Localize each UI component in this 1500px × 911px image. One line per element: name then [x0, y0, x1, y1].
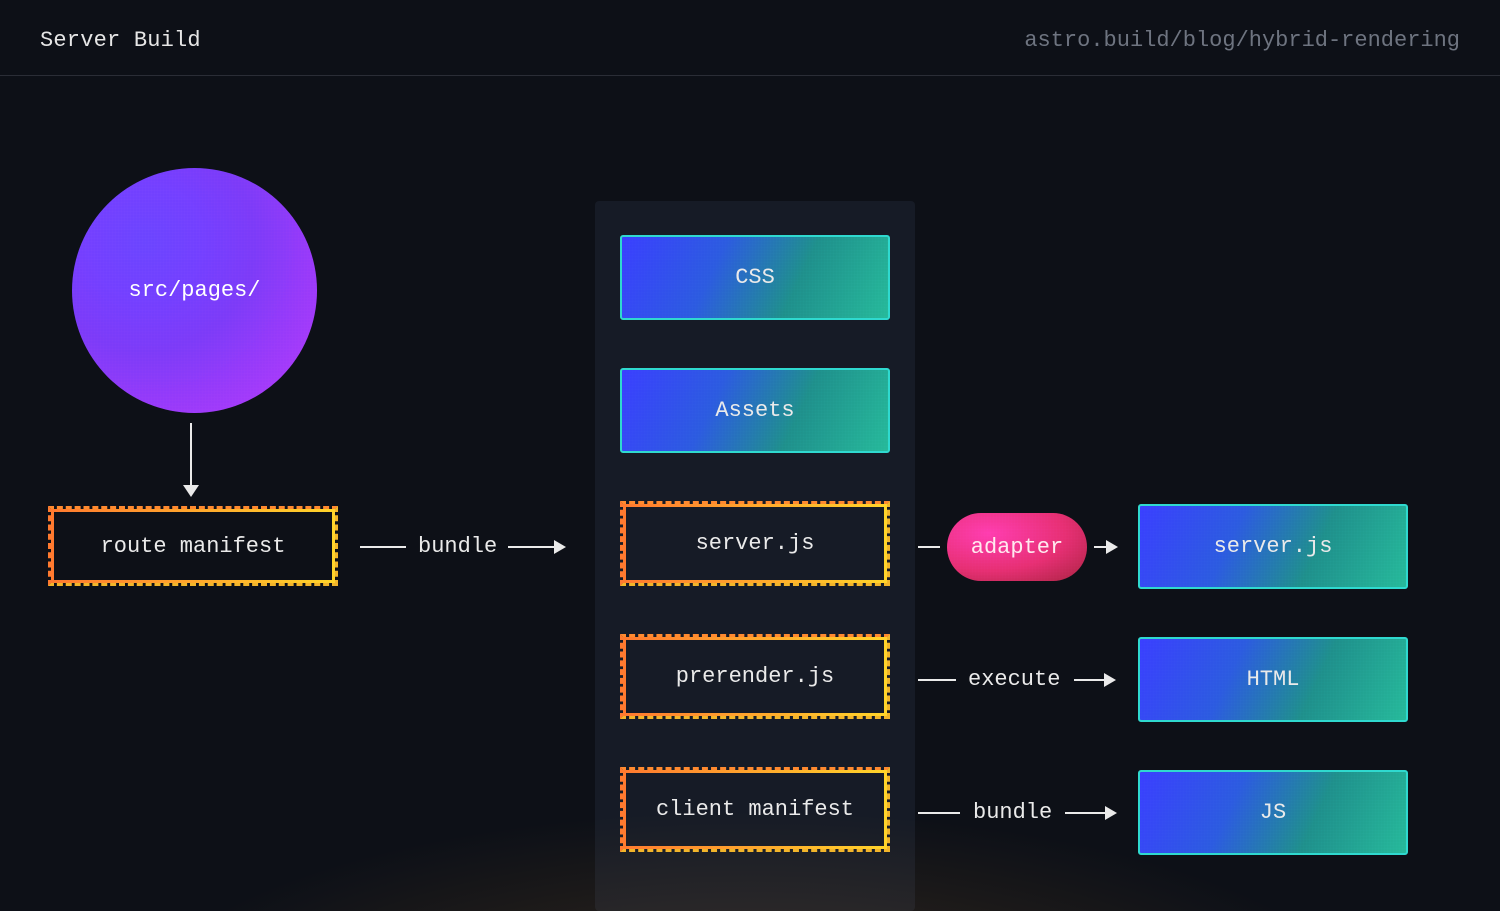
- output-html-label: HTML: [1247, 667, 1300, 692]
- arrow-down-icon: [190, 423, 192, 491]
- assets-output-box: Assets: [620, 368, 890, 453]
- source-url: astro.build/blog/hybrid-rendering: [1024, 28, 1460, 53]
- page-title: Server Build: [40, 28, 201, 53]
- arrow-line-icon: [918, 679, 956, 681]
- route-manifest-label: route manifest: [101, 534, 286, 559]
- output-js-label: JS: [1260, 800, 1286, 825]
- arrow-right-icon: [1074, 679, 1114, 681]
- prerender-js-label: prerender.js: [676, 664, 834, 689]
- assets-label: Assets: [715, 398, 794, 423]
- route-manifest-box: route manifest: [48, 506, 338, 586]
- client-manifest-box: client manifest: [620, 767, 890, 852]
- output-server-js-label: server.js: [1214, 534, 1333, 559]
- client-manifest-label: client manifest: [656, 797, 854, 822]
- css-output-box: CSS: [620, 235, 890, 320]
- arrow-right-icon: [1065, 812, 1115, 814]
- arrow-line-icon: [918, 546, 940, 548]
- build-output-stack: CSS Assets server.js prerender.js client…: [595, 201, 915, 911]
- output-js-box: JS: [1138, 770, 1408, 855]
- prerender-js-box: prerender.js: [620, 634, 890, 719]
- output-server-js-box: server.js: [1138, 504, 1408, 589]
- arrow-line-icon: [360, 546, 406, 548]
- execute-label: execute: [968, 667, 1060, 692]
- diagram-stage: src/pages/ route manifest bundle CSS Ass…: [0, 76, 1500, 907]
- src-pages-label: src/pages/: [128, 278, 260, 303]
- arrow-line-icon: [918, 812, 960, 814]
- css-label: CSS: [735, 265, 775, 290]
- bundle-label-2: bundle: [973, 800, 1052, 825]
- adapter-node: adapter: [947, 513, 1087, 581]
- header: Server Build astro.build/blog/hybrid-ren…: [0, 0, 1500, 76]
- adapter-label: adapter: [971, 535, 1063, 560]
- title-text: Server Build: [40, 28, 201, 53]
- arrow-right-icon: [1094, 546, 1116, 548]
- arrow-right-icon: [508, 546, 564, 548]
- bundle-label-1: bundle: [418, 534, 497, 559]
- url-text: astro.build/blog/hybrid-rendering: [1024, 28, 1460, 53]
- src-pages-node: src/pages/: [72, 168, 317, 413]
- server-js-label: server.js: [696, 531, 815, 556]
- output-html-box: HTML: [1138, 637, 1408, 722]
- server-js-box: server.js: [620, 501, 890, 586]
